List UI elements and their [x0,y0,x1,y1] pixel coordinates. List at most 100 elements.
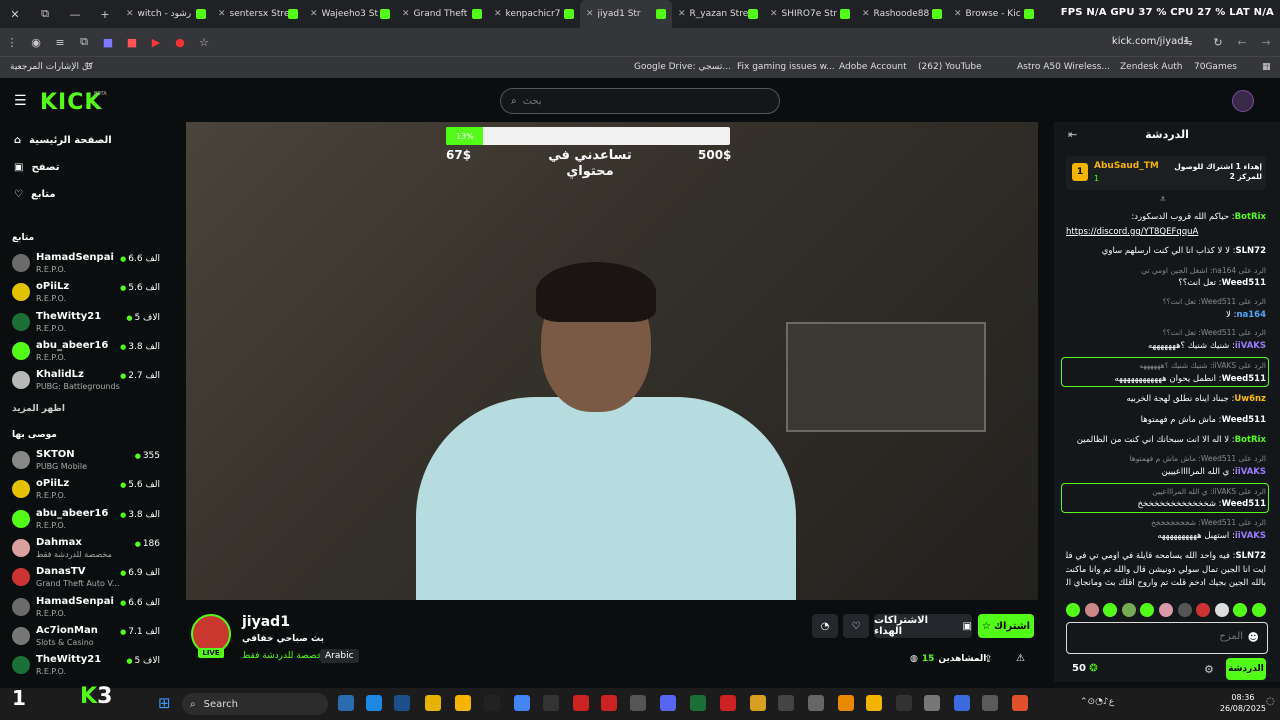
bookmark-star-icon[interactable]: ☆ [192,28,216,56]
taskbar-app-icon[interactable] [543,695,559,711]
taskbar-app-icon[interactable] [866,695,882,711]
filter-icon[interactable]: ≡ [48,28,72,56]
emote-icon[interactable] [1140,603,1155,617]
channel-item[interactable]: HamadSenpaiR.E.P.O.6.6 الف [12,596,162,622]
chat-username[interactable]: Weed511 [1222,499,1266,509]
emote-icon[interactable] [1196,603,1211,617]
system-tray-icons[interactable]: ⌃⊙◔♪ع [1080,697,1114,707]
browser-tab[interactable]: ✕ Grand Theft [396,0,488,28]
channel-item[interactable]: HamadSenpaiR.E.P.O.6.6 الف [12,252,162,278]
apps-grid-icon[interactable]: ▦ [1262,62,1271,72]
taskbar-app-icon[interactable] [720,695,736,711]
profile-icon[interactable]: ◉ [24,28,48,56]
clock[interactable]: 08:36 26/08/2025 [1220,692,1266,714]
extension-blue-icon[interactable]: ■ [96,28,120,56]
browser-tab[interactable]: ✕ witch - رشود [120,0,212,28]
bookmark-youtube[interactable]: (262) YouTube [918,62,982,72]
chat-message[interactable]: بالله الجين بجيك ادخم قلت تم واروح اقلك … [1066,578,1266,589]
chat-message[interactable]: SLN72: فيه واحد الله يسامحه قايلة في اوم… [1066,551,1266,562]
chat-settings-icon[interactable]: ⚙ [1204,663,1214,676]
chat-username[interactable]: iiVAKS [1235,531,1266,541]
tab-close-icon[interactable]: ✕ [310,9,318,19]
pinned-expand-icon[interactable]: ⩡ [1160,194,1166,205]
chat-username[interactable]: SLN72 [1236,246,1266,256]
taskbar-app-icon[interactable] [394,695,410,711]
chat-username[interactable]: Uw6nz [1234,394,1266,404]
taskbar-app-icon[interactable] [1012,695,1028,711]
chat-send-button[interactable]: الدردشة [1226,658,1266,680]
emote-icon[interactable] [1158,603,1173,617]
taskbar-app-icon[interactable] [982,695,998,711]
channel-item[interactable]: KhalidLzPUBG: Battlegrounds2.7 الف [12,369,162,395]
browser-tab[interactable]: ✕ SHIRO7e Str [764,0,856,28]
channel-item[interactable]: TheWitty21R.E.P.O. 5 الاف [12,311,162,337]
hamburger-menu-icon[interactable]: ☰ [14,93,27,109]
extension-red-icon[interactable]: ■ [120,28,144,56]
chat-message[interactable]: Weed511: تعل انت؟؟ [1066,278,1266,289]
bookmark-fix-gaming[interactable]: Fix gaming issues w... [737,62,835,72]
taskbar-app-icon[interactable] [573,695,589,711]
emote-icon[interactable] [1084,603,1099,617]
reload-icon[interactable]: ↻ [1206,28,1230,56]
bookmark-adobe[interactable]: Adobe Account [839,62,907,72]
taskbar-app-icon[interactable] [660,695,676,711]
channel-item[interactable]: abu_abeer16R.E.P.O. 3.8 الف [12,340,162,366]
video-player[interactable] [186,122,1038,600]
search-box[interactable]: ⌕ [500,88,780,114]
emote-icon[interactable] [1177,603,1192,617]
notification-icon[interactable]: ◌ [1266,696,1275,707]
bookmark-google-drive[interactable]: Google Drive: تسجي... [634,62,731,72]
chat-username[interactable]: SLN72 [1236,551,1266,561]
taskbar-app-icon[interactable] [954,695,970,711]
bookmark-astro[interactable]: Astro A50 Wireless... [1017,62,1110,72]
chat-message[interactable]: https://discord.gg/YT8QEFqquA [1066,227,1266,238]
chat-message[interactable]: ايت انا الجين تمال سولي دونيشن قال والله… [1066,565,1266,576]
chat-message[interactable]: iiVAKS: شنيك شنيك ؟هههههههه [1066,341,1266,352]
windows-start-icon[interactable]: ⊞ [158,694,171,712]
chat-username[interactable]: BotRix [1235,212,1266,222]
channel-points[interactable]: 50 ❂ [1072,663,1098,674]
taskbar-app-icon[interactable] [750,695,766,711]
tab-close-icon[interactable]: ✕ [586,9,594,19]
forward-icon[interactable]: → [1254,28,1278,56]
youtube-ext-icon[interactable]: ▶ [144,28,168,56]
browser-tab[interactable]: ✕ R_yazan Stre [672,0,764,28]
search-input[interactable] [522,95,779,107]
chat-input-box[interactable]: ☻ [1066,622,1268,654]
bookmark-70games[interactable]: 70Games [1194,62,1237,72]
browser-tab[interactable]: ✕ sentersx Stre [212,0,304,28]
emoji-icon[interactable]: ☻ [1248,631,1259,644]
extensions-icon[interactable]: ⧉ [72,28,96,56]
taskbar-app-icon[interactable] [778,695,794,711]
gift-leaderboard[interactable]: 1 AbuSaud_TM 1 إهداء 1 اشتراك للوصول للم… [1066,156,1266,190]
emote-icon[interactable] [1251,603,1266,617]
channel-item[interactable]: Dahmaxمخصصة للدردشة فقط 186 [12,537,162,563]
chat-username[interactable]: Weed511 [1222,374,1266,384]
taskbar-app-icon[interactable] [366,695,382,711]
tab-close-icon[interactable]: ✕ [954,9,962,19]
menu-dots-icon[interactable]: ⋮ [0,28,24,56]
tab-close-icon[interactable]: ✕ [770,9,778,19]
channel-item[interactable]: oPiiLzR.E.P.O. 5.6 الف [12,281,162,307]
channel-item[interactable]: abu_abeer16R.E.P.O. 3.8 الف [12,508,162,534]
taskbar-app-icon[interactable] [690,695,706,711]
chat-message[interactable]: BotRix: حياكم الله قروب الدسكورد: [1066,212,1266,223]
chat-username[interactable]: BotRix [1235,435,1266,445]
all-bookmarks[interactable]: كل الإشارات المرجعية [10,62,93,72]
user-avatar[interactable] [1232,90,1254,112]
chat-message[interactable]: iiVAKS: ي الله المرااااعييين [1066,467,1266,478]
gift-subs-button[interactable]: الاشتراكات الهداء ▣ [874,614,972,638]
subscribe-button[interactable]: ☆ اشتراك [978,614,1034,638]
tab-close-icon[interactable]: ✕ [218,9,226,19]
follow-heart-button[interactable]: ♡ [843,614,869,638]
taskbar-app-icon[interactable] [601,695,617,711]
channel-item[interactable]: oPiiLzR.E.P.O. 5.6 الف [12,478,162,504]
taskbar-app-icon[interactable] [896,695,912,711]
notification-bell-button[interactable]: ◔ [812,614,838,638]
channel-item[interactable]: SKTON PUBG Mobile 355 [12,449,162,475]
chat-username[interactable]: iiVAKS [1235,467,1266,477]
browser-tab[interactable]: ✕ kenpachicr7 [488,0,580,28]
tab-close-icon[interactable]: ✕ [494,9,502,19]
close-window-icon[interactable]: ✕ [0,0,30,28]
browser-tab[interactable]: ✕ jiyad1 Str [580,0,672,28]
